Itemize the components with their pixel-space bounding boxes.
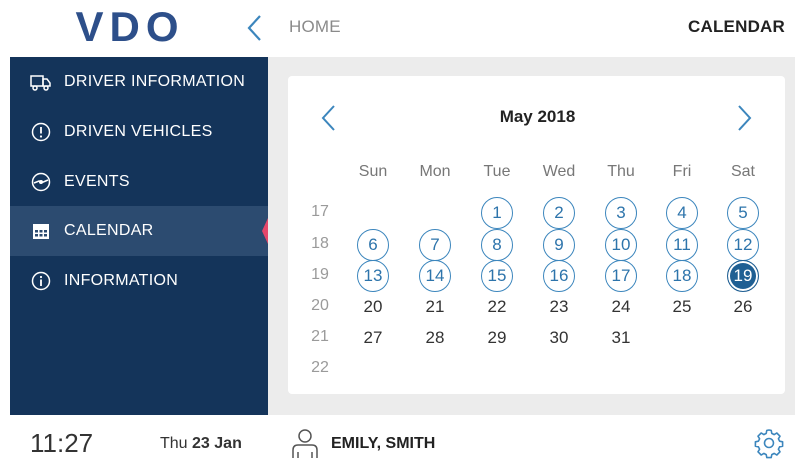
settings-button[interactable] bbox=[753, 427, 785, 459]
calendar-day[interactable]: 3 bbox=[605, 197, 637, 229]
week-number: 17 bbox=[311, 203, 329, 220]
calendar-day[interactable]: 24 bbox=[605, 291, 637, 323]
weekday-label: Fri bbox=[672, 163, 692, 180]
sidebar-item-label: EVENTS bbox=[64, 173, 130, 190]
user-name: EMILY, SMITH bbox=[331, 435, 436, 452]
sidebar-item-label: CALENDAR bbox=[64, 222, 154, 239]
calendar-day[interactable]: 4 bbox=[666, 197, 698, 229]
calendar-day[interactable]: 26 bbox=[727, 291, 759, 323]
back-button[interactable] bbox=[240, 10, 270, 46]
day-name: Thu bbox=[160, 435, 188, 452]
calendar-day[interactable]: 28 bbox=[419, 322, 451, 354]
calendar-day-selected[interactable]: 19 bbox=[727, 260, 759, 292]
month-title: May 2018 bbox=[499, 107, 576, 126]
calendar-day[interactable]: 21 bbox=[419, 291, 451, 323]
weekday-label: Tue bbox=[483, 163, 511, 180]
week-number: 19 bbox=[311, 266, 329, 283]
week-number: 21 bbox=[311, 328, 329, 345]
sidebar-item-driver-information[interactable]: DRIVER INFORMATION bbox=[10, 57, 268, 107]
calendar-icon bbox=[30, 220, 52, 242]
calendar-day[interactable]: 27 bbox=[357, 322, 389, 354]
sidebar-item-label: DRIVER INFORMATION bbox=[64, 73, 246, 90]
calendar-day[interactable]: 2 bbox=[543, 197, 575, 229]
chevron-left-icon bbox=[247, 15, 261, 41]
vdo-logo: VDO bbox=[75, 8, 184, 48]
calendar-day[interactable]: 29 bbox=[481, 322, 513, 354]
sidebar-item-label: INFORMATION bbox=[64, 272, 179, 289]
driver-icon bbox=[292, 429, 318, 458]
calendar-day[interactable]: 23 bbox=[543, 291, 575, 323]
info-icon bbox=[30, 270, 52, 292]
sidebar: DRIVER INFORMATION DRIVEN VEHICLES EVENT… bbox=[10, 57, 268, 415]
calendar-day[interactable]: 1 bbox=[481, 197, 513, 229]
calendar-day[interactable]: 22 bbox=[481, 291, 513, 323]
calendar-day[interactable]: 10 bbox=[605, 229, 637, 261]
sidebar-item-events[interactable]: EVENTS bbox=[10, 157, 268, 207]
calendar-day[interactable]: 5 bbox=[727, 197, 759, 229]
weekday-label: Mon bbox=[419, 163, 451, 180]
gear-icon bbox=[754, 429, 784, 459]
weekday-label: Wed bbox=[542, 163, 576, 180]
calendar-day[interactable]: 20 bbox=[357, 291, 389, 323]
week-number: 22 bbox=[311, 359, 329, 376]
weekday-label: Sun bbox=[358, 163, 388, 180]
calendar-day[interactable]: 8 bbox=[481, 229, 513, 261]
chevron-right-icon bbox=[738, 105, 752, 131]
svg-text:VDO: VDO bbox=[75, 8, 184, 48]
breadcrumb-home[interactable]: HOME bbox=[289, 17, 341, 37]
current-date: Thu 23 Jan bbox=[160, 435, 242, 453]
calendar-day[interactable]: 16 bbox=[543, 260, 575, 292]
sidebar-item-calendar[interactable]: CALENDAR bbox=[10, 206, 268, 256]
page-title: CALENDAR bbox=[688, 17, 785, 36]
calendar-day[interactable]: 13 bbox=[357, 260, 389, 292]
next-month-button[interactable] bbox=[733, 103, 755, 133]
calendar-day[interactable]: 12 bbox=[727, 229, 759, 261]
clock: 11:27 bbox=[30, 428, 94, 458]
date-value: 23 Jan bbox=[192, 435, 242, 452]
sidebar-item-driven-vehicles[interactable]: DRIVEN VEHICLES bbox=[10, 107, 268, 157]
week-number: 18 bbox=[311, 235, 329, 252]
calendar-day[interactable]: 7 bbox=[419, 229, 451, 261]
calendar-day[interactable]: 15 bbox=[481, 260, 513, 292]
chevron-left-icon bbox=[321, 105, 335, 131]
calendar-day[interactable]: 17 bbox=[605, 260, 637, 292]
truck-icon bbox=[30, 71, 52, 93]
sidebar-item-information[interactable]: INFORMATION bbox=[10, 256, 268, 306]
calendar-day[interactable]: 30 bbox=[543, 322, 575, 354]
weekday-label: Sat bbox=[730, 163, 755, 180]
calendar-day[interactable]: 14 bbox=[419, 260, 451, 292]
target-icon bbox=[30, 171, 52, 193]
sidebar-item-label: DRIVEN VEHICLES bbox=[64, 123, 213, 140]
week-number: 20 bbox=[311, 297, 329, 314]
calendar-day[interactable]: 18 bbox=[666, 260, 698, 292]
calendar-day[interactable]: 9 bbox=[543, 229, 575, 261]
alert-circle-icon bbox=[30, 121, 52, 143]
calendar-day[interactable]: 11 bbox=[666, 229, 698, 261]
prev-month-button[interactable] bbox=[318, 103, 340, 133]
weekday-label: Thu bbox=[607, 163, 635, 180]
calendar-day[interactable]: 31 bbox=[605, 322, 637, 354]
calendar-day[interactable]: 6 bbox=[357, 229, 389, 261]
calendar-day[interactable]: 25 bbox=[666, 291, 698, 323]
